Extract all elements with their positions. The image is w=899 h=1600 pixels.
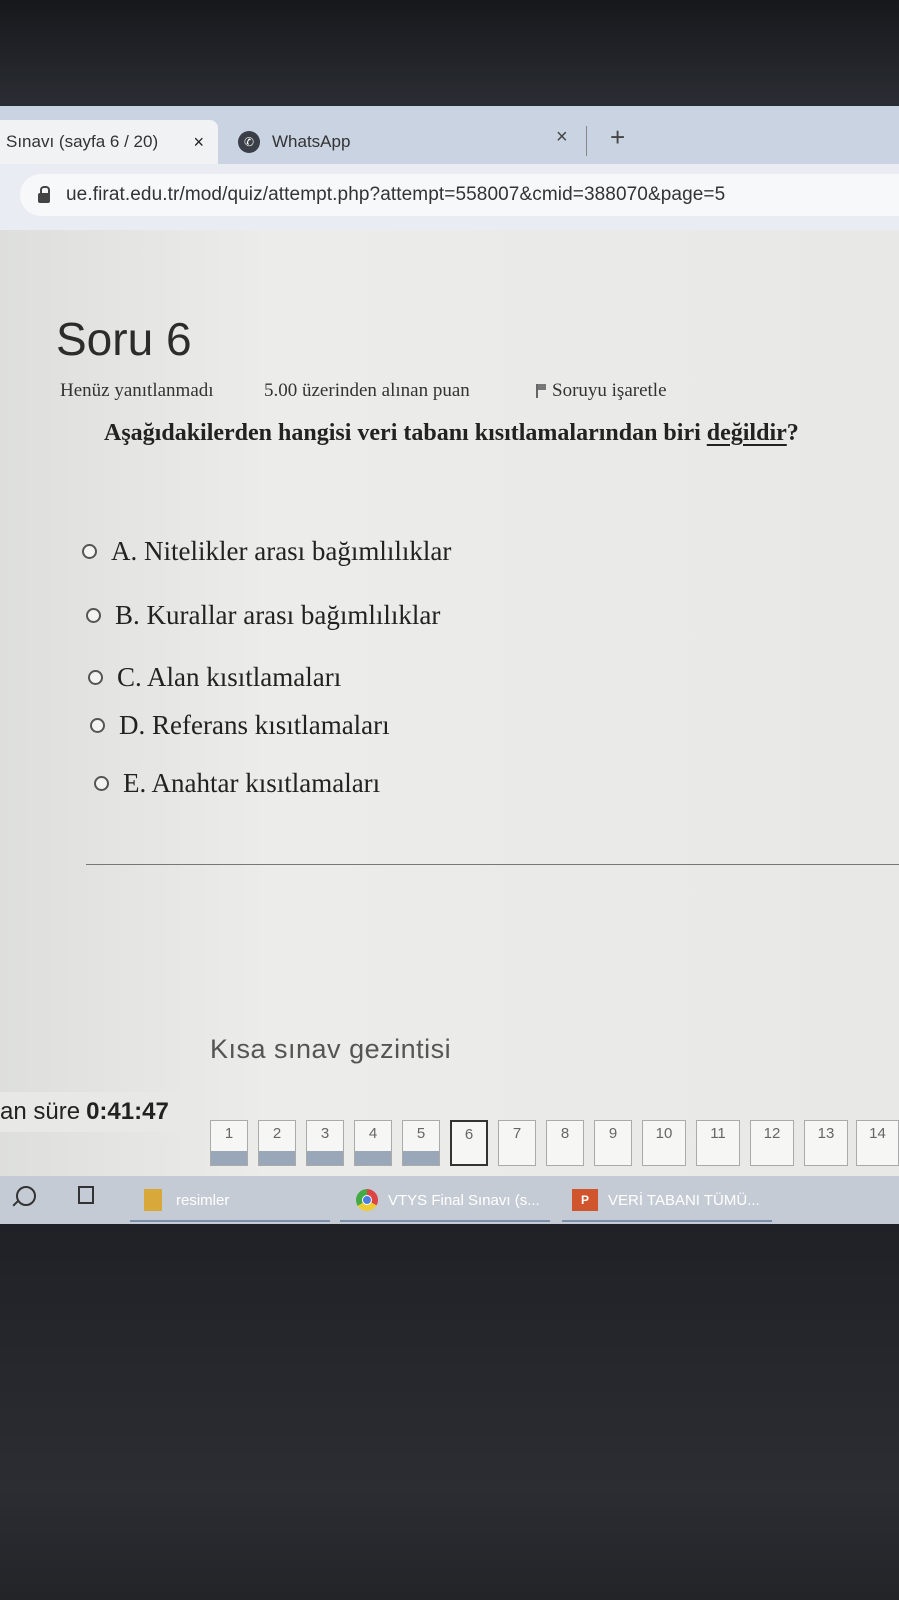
time-remaining-label: an süre <box>0 1098 81 1125</box>
taskbar-item-resimler-label: resimler <box>176 1191 230 1209</box>
taskbar-item-resimler[interactable]: resimler <box>144 1176 229 1224</box>
tab-quiz[interactable]: Sınavı (sayfa 6 / 20) × <box>0 120 218 164</box>
flag-icon <box>536 384 546 398</box>
quiz-navigation-title: Kısa sınav gezintisi <box>210 1034 452 1064</box>
time-remaining-value: 0:41:47 <box>86 1098 169 1125</box>
taskbar-underline-2 <box>340 1220 550 1222</box>
windows-taskbar: resimler VTYS Final Sınavı (s... P VERİ … <box>0 1176 899 1224</box>
monitor-bezel-top <box>0 0 899 110</box>
option-a-radio[interactable] <box>82 544 97 559</box>
question-text-end: ? <box>786 420 799 446</box>
option-e-label: E. Anahtar kısıtlamaları <box>123 768 381 798</box>
chrome-icon <box>356 1189 378 1211</box>
option-b[interactable]: B. Kurallar arası bağımlılıklar <box>86 600 440 631</box>
url-text: ue.firat.edu.tr/mod/quiz/attempt.php?att… <box>66 184 726 205</box>
option-e-radio[interactable] <box>94 776 109 791</box>
nav-question-12[interactable]: 12 <box>750 1120 794 1166</box>
content-divider <box>86 864 899 865</box>
taskbar-item-powerpoint-label: VERİ TABANI TÜMÜ... <box>608 1191 760 1209</box>
option-b-label: B. Kurallar arası bağımlılıklar <box>115 600 441 630</box>
nav-question-1[interactable]: 1 <box>210 1120 248 1166</box>
taskbar-item-chrome[interactable]: VTYS Final Sınavı (s... <box>356 1176 540 1224</box>
tab-quiz-label: Sınavı (sayfa 6 / 20) <box>6 132 159 151</box>
option-d-label: D. Referans kısıtlamaları <box>119 710 390 740</box>
taskbar-item-powerpoint[interactable]: P VERİ TABANI TÜMÜ... <box>572 1176 760 1224</box>
browser-tab-bar: Sınavı (sayfa 6 / 20) × ✆ WhatsApp <box>0 106 899 164</box>
nav-question-14[interactable]: 14 <box>856 1120 899 1166</box>
task-view-icon[interactable] <box>78 1186 94 1204</box>
option-c-label: C. Alan kısıtlamaları <box>117 662 342 692</box>
folder-icon <box>144 1189 162 1211</box>
address-bar: ue.firat.edu.tr/mod/quiz/attempt.php?att… <box>0 164 899 230</box>
powerpoint-icon: P <box>572 1189 598 1211</box>
question-status: Henüz yanıtlanmadı <box>60 380 214 401</box>
taskbar-item-chrome-label: VTYS Final Sınavı (s... <box>388 1191 540 1209</box>
question-emphasis: değildir <box>706 420 787 446</box>
option-e[interactable]: E. Anahtar kısıtlamaları <box>94 768 380 799</box>
question-points: 5.00 üzerinden alınan puan <box>264 380 470 401</box>
option-a-label: A. Nitelikler arası bağımlılıklar <box>111 536 452 566</box>
taskbar-underline-1 <box>130 1220 330 1222</box>
time-remaining: an süre 0:41:47 <box>0 1092 196 1132</box>
option-d[interactable]: D. Referans kısıtlamaları <box>90 710 390 741</box>
option-c-radio[interactable] <box>88 670 103 685</box>
question-title: Soru 6 <box>56 313 192 365</box>
whatsapp-icon: ✆ <box>238 131 260 153</box>
option-d-radio[interactable] <box>90 718 105 733</box>
tab-whatsapp[interactable]: ✆ WhatsApp <box>238 120 598 164</box>
lock-icon <box>38 186 50 203</box>
new-tab-button[interactable]: + <box>610 122 625 153</box>
question-text: Aşağıdakilerden hangisi veri tabanı kısı… <box>104 420 799 447</box>
nav-question-5[interactable]: 5 <box>402 1120 440 1166</box>
flag-question-link[interactable]: Soruyu işaretle <box>536 380 667 402</box>
option-b-radio[interactable] <box>86 608 101 623</box>
url-field[interactable]: ue.firat.edu.tr/mod/quiz/attempt.php?att… <box>20 174 899 216</box>
nav-question-11[interactable]: 11 <box>696 1120 740 1166</box>
taskbar-underline-3 <box>562 1220 772 1222</box>
nav-question-7[interactable]: 7 <box>498 1120 536 1166</box>
tab-separator <box>586 126 587 156</box>
option-c[interactable]: C. Alan kısıtlamaları <box>88 662 341 693</box>
nav-question-3[interactable]: 3 <box>306 1120 344 1166</box>
nav-question-9[interactable]: 9 <box>594 1120 632 1166</box>
nav-question-4[interactable]: 4 <box>354 1120 392 1166</box>
nav-question-2[interactable]: 2 <box>258 1120 296 1166</box>
flag-question-label: Soruyu işaretle <box>552 380 667 401</box>
search-icon[interactable] <box>16 1186 36 1206</box>
quiz-page: Soru 6 Henüz yanıtlanmadı 5.00 üzerinden… <box>0 230 899 1176</box>
question-text-main: Aşağıdakilerden hangisi veri tabanı kısı… <box>104 420 707 446</box>
tab-whatsapp-close-icon[interactable]: × <box>556 126 568 149</box>
nav-question-10[interactable]: 10 <box>642 1120 686 1166</box>
monitor-bezel-bottom <box>0 1224 899 1600</box>
nav-question-13[interactable]: 13 <box>804 1120 848 1166</box>
tab-quiz-close-icon[interactable]: × <box>193 132 204 153</box>
tab-whatsapp-label: WhatsApp <box>272 132 351 151</box>
nav-question-8[interactable]: 8 <box>546 1120 584 1166</box>
nav-question-6[interactable]: 6 <box>450 1120 488 1166</box>
option-a[interactable]: A. Nitelikler arası bağımlılıklar <box>82 536 451 567</box>
